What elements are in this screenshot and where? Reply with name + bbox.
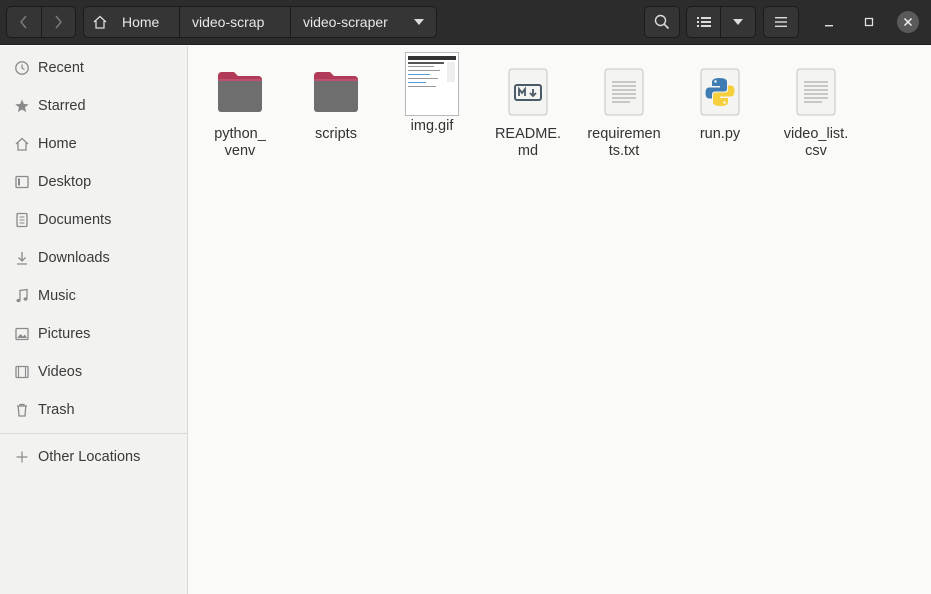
plus-icon <box>14 449 30 465</box>
minimize-button[interactable] <box>817 10 841 34</box>
file-name: python_ venv <box>214 126 266 159</box>
sidebar-item-label: Trash <box>38 402 75 418</box>
sidebar-item-label: Videos <box>38 364 83 380</box>
sidebar-item-label: Home <box>38 136 77 152</box>
file-name: run.py <box>699 126 741 142</box>
picture-icon <box>14 326 30 342</box>
sidebar-item-home[interactable]: Home <box>0 125 188 163</box>
close-button[interactable] <box>897 11 919 33</box>
python-file-icon <box>692 64 748 120</box>
sidebar-item-label: Starred <box>38 98 86 114</box>
hamburger-menu-icon <box>775 17 787 27</box>
text-file-icon <box>596 64 652 120</box>
search-button[interactable] <box>644 6 680 38</box>
file-item-video-list-csv[interactable]: video_list. csv <box>768 64 864 160</box>
maximize-icon <box>864 17 874 27</box>
sidebar-item-downloads[interactable]: Downloads <box>0 239 188 277</box>
breadcrumb-label: Home <box>122 14 160 30</box>
sidebar-item-starred[interactable]: Starred <box>0 87 188 125</box>
forward-button[interactable] <box>40 7 76 37</box>
sidebar-item-music[interactable]: Music <box>0 277 188 315</box>
sidebar-item-label: Recent <box>38 60 84 76</box>
sidebar-item-label: Other Locations <box>38 449 141 465</box>
path-menu-button[interactable] <box>401 7 436 37</box>
back-button[interactable] <box>7 7 41 37</box>
home-icon <box>93 15 107 29</box>
file-name: scripts <box>315 126 357 142</box>
caret-down-icon <box>733 19 743 25</box>
markdown-file-icon <box>500 64 556 120</box>
view-dropdown-button[interactable] <box>721 7 755 37</box>
breadcrumb-home[interactable]: Home <box>84 7 180 37</box>
file-view: python_ venv scripts img.gif README. md … <box>189 46 931 594</box>
header-bar: Home video-scrap video-scraper <box>0 0 931 45</box>
file-item-readme-md[interactable]: README. md <box>480 64 576 160</box>
file-name: requiremen ts.txt <box>587 126 661 159</box>
star-icon <box>14 98 30 114</box>
list-view-button[interactable] <box>687 7 721 37</box>
sidebar-item-label: Pictures <box>38 326 91 342</box>
sidebar-item-documents[interactable]: Documents <box>0 201 188 239</box>
breadcrumb-label: video-scrap <box>192 14 265 30</box>
trash-icon <box>14 402 30 418</box>
search-icon <box>654 14 670 30</box>
sidebar-item-other-locations[interactable]: Other Locations <box>0 438 188 476</box>
text-file-icon <box>788 64 844 120</box>
list-view-icon <box>696 17 711 27</box>
folder-icon <box>212 64 268 120</box>
breadcrumb-label: video-scraper <box>303 14 388 30</box>
chevron-left-icon <box>19 15 27 29</box>
sidebar-item-trash[interactable]: Trash <box>0 391 188 429</box>
maximize-button[interactable] <box>857 10 881 34</box>
document-icon <box>14 212 30 228</box>
file-name: README. md <box>494 126 562 159</box>
file-item-requirements-txt[interactable]: requiremen ts.txt <box>576 64 672 160</box>
desktop-icon <box>14 174 30 190</box>
sidebar-item-label: Documents <box>38 212 112 228</box>
caret-down-icon <box>413 19 424 25</box>
file-item-scripts[interactable]: scripts <box>288 64 384 143</box>
chevron-right-icon <box>55 15 63 29</box>
download-icon <box>14 250 30 266</box>
breadcrumb-video-scraper[interactable]: video-scraper <box>291 7 401 37</box>
file-name: video_list. csv <box>783 126 849 159</box>
file-item-run-py[interactable]: run.py <box>672 64 768 143</box>
sidebar-item-label: Desktop <box>38 174 92 190</box>
folder-icon <box>308 64 364 120</box>
minimize-icon <box>825 25 833 27</box>
path-bar: Home video-scrap video-scraper <box>83 6 437 38</box>
home-icon <box>14 136 30 152</box>
sidebar-separator <box>0 433 188 434</box>
sidebar-item-recent[interactable]: Recent <box>0 49 188 87</box>
breadcrumb-video-scrap[interactable]: video-scrap <box>180 7 291 37</box>
video-icon <box>14 364 30 380</box>
sidebar-item-pictures[interactable]: Pictures <box>0 315 188 353</box>
image-thumbnail-icon <box>404 52 460 116</box>
file-item-python-venv[interactable]: python_ venv <box>192 64 288 160</box>
file-name: img.gif <box>410 118 454 134</box>
sidebar-item-videos[interactable]: Videos <box>0 353 188 391</box>
navigation-buttons <box>6 6 76 38</box>
sidebar-item-label: Downloads <box>38 250 110 266</box>
view-options-group <box>686 6 756 38</box>
sidebar-item-label: Music <box>38 288 76 304</box>
sidebar-item-desktop[interactable]: Desktop <box>0 163 188 201</box>
sidebar: Recent Starred Home Desktop Documents Do… <box>0 46 188 594</box>
file-item-img-gif[interactable]: img.gif <box>384 52 480 135</box>
main-menu-button[interactable] <box>763 6 799 38</box>
close-icon <box>903 17 913 27</box>
music-icon <box>14 288 30 304</box>
clock-icon <box>14 60 30 76</box>
